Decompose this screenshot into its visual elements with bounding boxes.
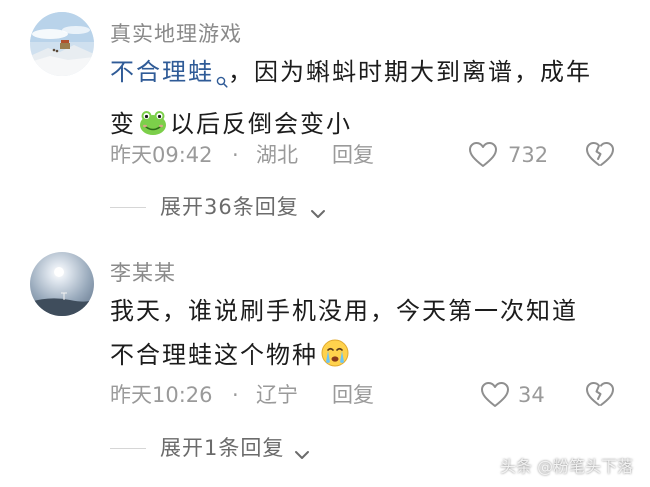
separator-dot: · (232, 383, 239, 407)
search-icon[interactable] (216, 58, 228, 102)
broken-heart-outline-icon[interactable] (585, 381, 615, 417)
avatar[interactable] (30, 252, 94, 316)
comment-text: 不合理蛙 ，因为蝌蚪时期大到离谱，成年 变 以后反倒会变小 (110, 50, 630, 146)
crying-face-emoji-icon (320, 338, 350, 368)
mention-link[interactable]: 不合理蛙 (110, 58, 214, 86)
watermark: 头条 @粉笔头下落 (500, 457, 634, 476)
like-count: 34 (518, 383, 545, 407)
comment-meta: 昨天09:42 · 湖北 回复 732 (110, 140, 640, 170)
username[interactable]: 李某某 (110, 257, 176, 287)
frog-emoji-icon (138, 107, 168, 137)
comment-meta: 昨天10:26 · 辽宁 回复 34 (110, 380, 640, 410)
comment-time: 昨天09:42 (110, 143, 213, 167)
broken-heart-outline-icon[interactable] (585, 141, 615, 177)
comment-text-line2-end: 以后反倒会变小 (170, 110, 352, 138)
comment-time: 昨天10:26 (110, 383, 213, 407)
expand-replies-label[interactable]: 展开36条回复 (160, 192, 299, 222)
chevron-down-icon[interactable] (310, 201, 326, 225)
comment-text-line2: 不合理蛙这个物种 (110, 341, 318, 369)
username[interactable]: 真实地理游戏 (110, 18, 242, 48)
heart-outline-icon[interactable] (480, 381, 510, 417)
comment-text-line1: ，因为蝌蚪时期大到离谱，成年 (228, 58, 592, 86)
reply-button[interactable]: 回复 (332, 140, 374, 170)
separator-dot: · (232, 143, 239, 167)
comment-location: 辽宁 (256, 383, 298, 407)
comment-text: 我天，谁说刷手机没用，今天第一次知道 不合理蛙这个物种 (110, 289, 630, 377)
comment-text-line1: 我天，谁说刷手机没用，今天第一次知道 (110, 297, 578, 325)
divider-line (110, 207, 146, 208)
reply-button[interactable]: 回复 (332, 380, 374, 410)
comment-location: 湖北 (256, 143, 298, 167)
expand-replies-label[interactable]: 展开1条回复 (160, 433, 284, 463)
avatar[interactable] (30, 12, 94, 76)
like-count: 732 (508, 143, 549, 167)
comment-text-line2-start: 变 (110, 110, 136, 138)
chevron-down-icon[interactable] (294, 442, 310, 466)
heart-outline-icon[interactable] (468, 141, 498, 177)
divider-line (110, 448, 146, 449)
